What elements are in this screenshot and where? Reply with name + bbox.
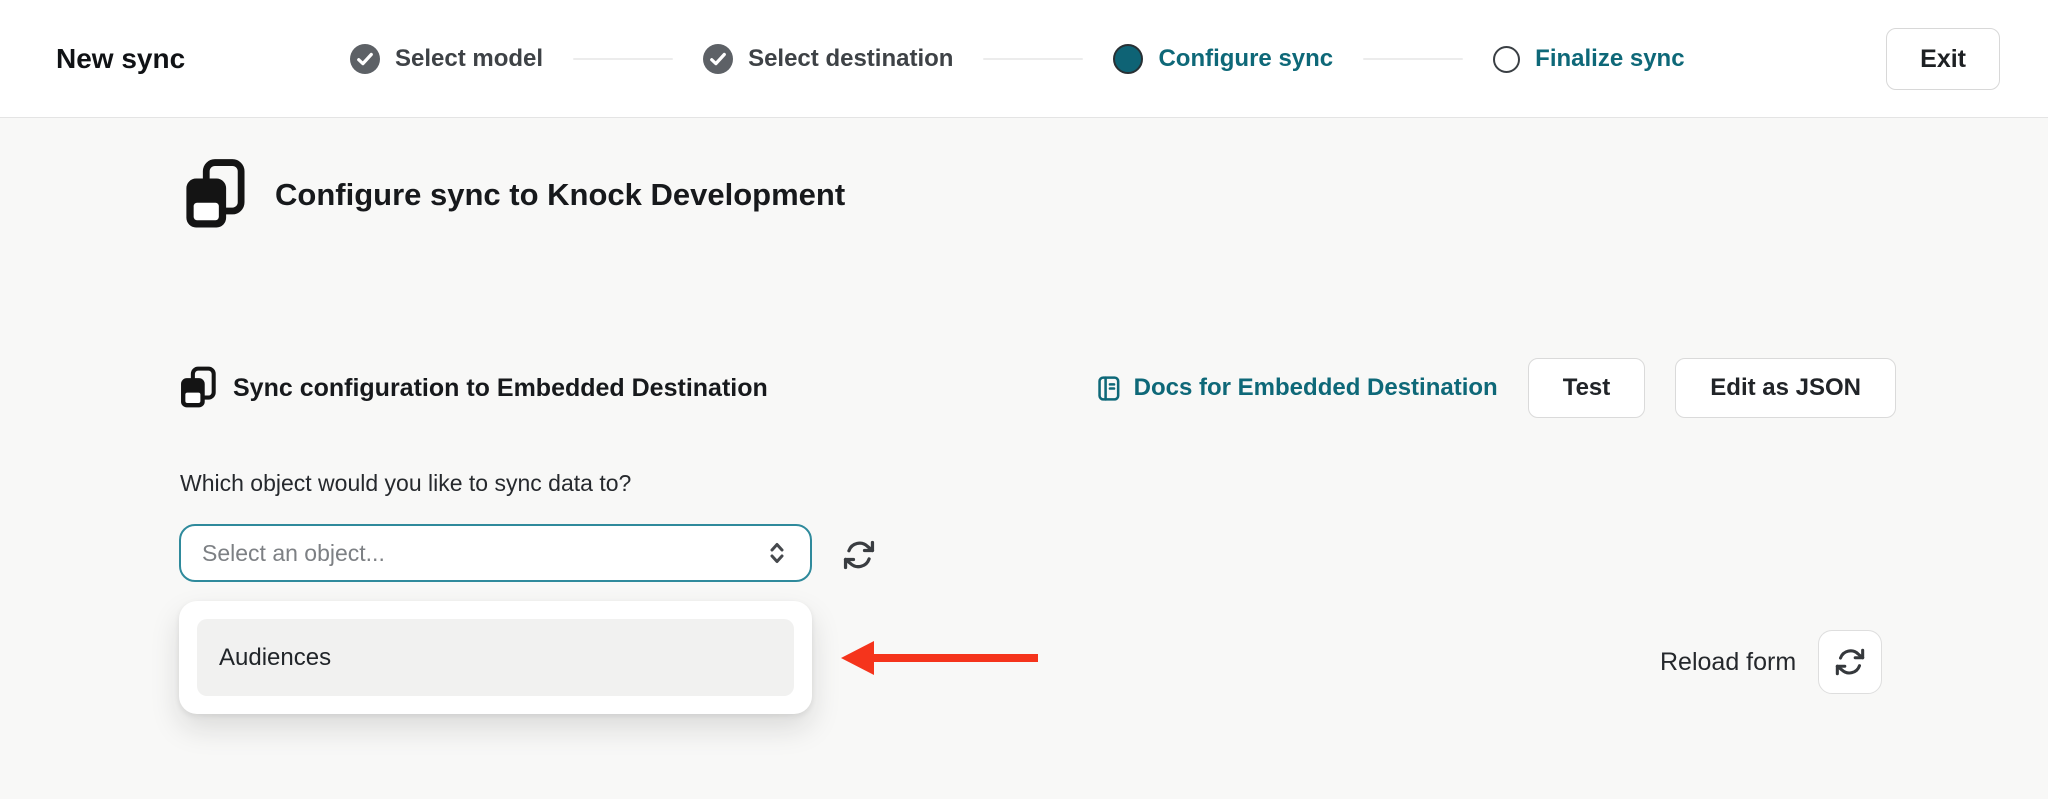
sync-config-section-header: Sync configuration to Embedded Destinati… bbox=[179, 356, 1896, 420]
step-divider bbox=[573, 58, 674, 60]
wizard-stepper: Select model Select destination Configur… bbox=[350, 0, 1685, 118]
section-actions: Docs for Embedded Destination Test Edit … bbox=[1094, 358, 1896, 418]
hero-title: Configure sync to Knock Development bbox=[275, 177, 846, 212]
docs-link-label: Docs for Embedded Destination bbox=[1133, 374, 1498, 401]
section-title-group: Sync configuration to Embedded Destinati… bbox=[179, 366, 768, 410]
destination-icon bbox=[183, 158, 245, 232]
step-label: Finalize sync bbox=[1535, 45, 1685, 72]
top-bar: New sync Select model Select destination… bbox=[0, 0, 2048, 118]
step-select-model[interactable]: Select model bbox=[350, 44, 543, 74]
annotation-arrow-shaft bbox=[870, 654, 1038, 662]
check-icon bbox=[350, 44, 380, 74]
reload-form-row: Reload form bbox=[1660, 630, 1883, 694]
step-divider bbox=[983, 58, 1084, 60]
book-icon bbox=[1094, 374, 1123, 403]
exit-button[interactable]: Exit bbox=[1886, 28, 2000, 90]
step-label: Configure sync bbox=[1158, 45, 1334, 72]
step-finalize-sync[interactable]: Finalize sync bbox=[1493, 45, 1685, 73]
section-title: Sync configuration to Embedded Destinati… bbox=[233, 373, 768, 402]
step-label: Select model bbox=[395, 45, 544, 72]
reload-form-button[interactable] bbox=[1818, 630, 1883, 694]
object-question-label: Which object would you like to sync data… bbox=[180, 470, 632, 496]
step-divider bbox=[1363, 58, 1464, 60]
step-select-destination[interactable]: Select destination bbox=[703, 44, 953, 74]
object-select[interactable]: Select an object... bbox=[179, 524, 812, 582]
destination-icon-small bbox=[179, 366, 216, 410]
refresh-icon bbox=[1834, 646, 1866, 678]
object-dropdown: Audiences bbox=[179, 601, 812, 714]
step-label: Select destination bbox=[748, 45, 954, 72]
select-placeholder: Select an object... bbox=[202, 539, 385, 566]
docs-link[interactable]: Docs for Embedded Destination bbox=[1094, 374, 1498, 403]
reload-form-label: Reload form bbox=[1660, 647, 1797, 676]
refresh-objects-icon[interactable] bbox=[842, 538, 876, 572]
page-title: New sync bbox=[56, 43, 186, 74]
test-button[interactable]: Test bbox=[1527, 358, 1646, 418]
dropdown-option-audiences[interactable]: Audiences bbox=[197, 619, 794, 696]
empty-step-circle-icon bbox=[1493, 45, 1521, 73]
chevron-up-down-icon bbox=[762, 538, 792, 568]
hero-header: Configure sync to Knock Development bbox=[183, 158, 845, 232]
edit-as-json-button[interactable]: Edit as JSON bbox=[1675, 358, 1896, 418]
active-step-dot-icon bbox=[1113, 44, 1144, 74]
check-icon bbox=[703, 44, 734, 74]
step-configure-sync[interactable]: Configure sync bbox=[1113, 44, 1333, 74]
